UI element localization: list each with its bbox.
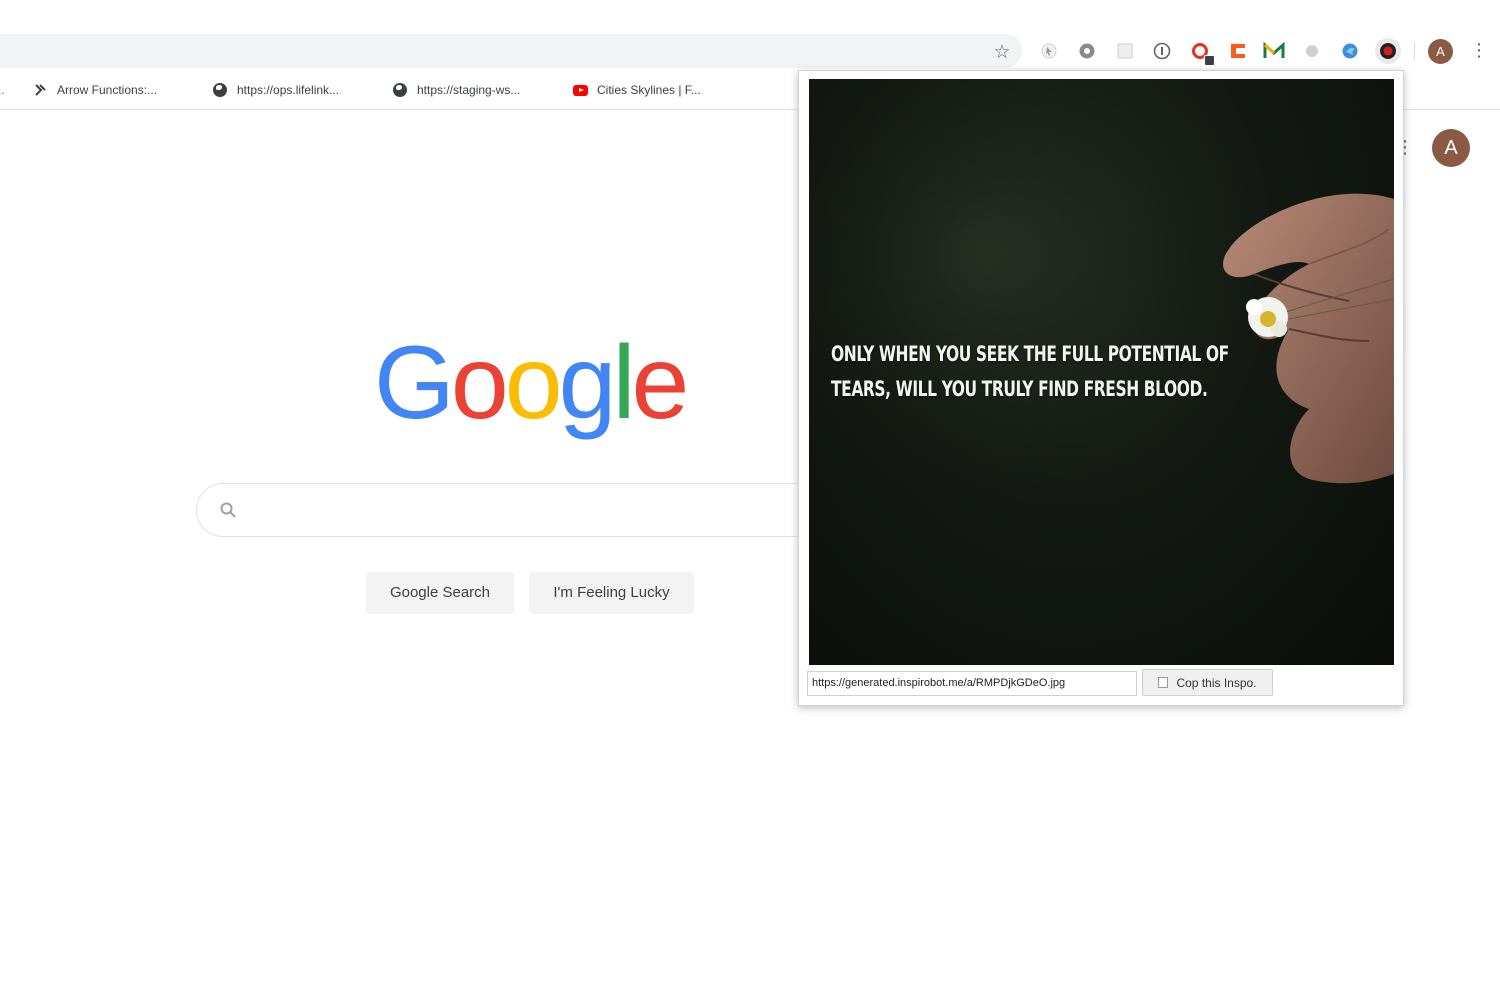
logo-letter: e (631, 325, 690, 441)
bookmark-label: https://ops.lifelink... (237, 83, 340, 97)
globe-icon (212, 82, 228, 98)
browser-toolbar: ☆ A ⋮ (0, 0, 1500, 70)
bookmark-item-ops-lifelink[interactable]: https://ops.lifelink... (212, 80, 339, 100)
extension-icon-8[interactable] (1301, 40, 1323, 62)
toolbar-separator (1414, 42, 1415, 60)
browser-menu-icon[interactable]: ⋮ (1470, 40, 1488, 64)
extension-icon-4[interactable] (1151, 40, 1173, 62)
logo-letter: g (558, 325, 617, 441)
cursor-icon (1041, 43, 1057, 59)
bookmark-item-cities-skylines[interactable]: Cities Skylines | F... (572, 80, 701, 100)
browser-window: ☆ A ⋮ . Arrow Functions:... https://ops.… (0, 0, 1500, 1000)
search-input[interactable] (249, 496, 809, 526)
youtube-icon (572, 82, 588, 98)
inspo-image: Only when you seek the full potential of… (809, 79, 1394, 665)
extension-icon-6[interactable] (1227, 40, 1249, 62)
google-logo: Google (374, 318, 704, 448)
globe-icon (392, 82, 408, 98)
logo-letter: l (612, 325, 635, 441)
square-icon (1117, 43, 1133, 59)
extension-badge (1204, 55, 1215, 66)
extension-icon-9[interactable] (1339, 40, 1361, 62)
extension-icon-1[interactable] (1038, 40, 1060, 62)
extension-icon-3[interactable] (1114, 40, 1136, 62)
search-icon (220, 502, 236, 518)
inspo-quote-text: Only when you seek the full potential of… (831, 342, 1229, 401)
copy-inspo-label: Cop this Inspo. (1176, 675, 1257, 690)
inspo-url-field[interactable]: https://generated.inspirobot.me/a/RMPDjk… (807, 671, 1137, 696)
bookmark-item-staging-ws[interactable]: https://staging-ws... (392, 80, 520, 100)
logo-letter: o (504, 325, 563, 441)
inspirobot-extension-button[interactable] (1375, 38, 1401, 64)
extension-icon-7[interactable] (1263, 40, 1285, 62)
extension-icon-2[interactable] (1076, 40, 1098, 62)
google-search-button[interactable]: Google Search (366, 572, 514, 614)
bookmark-overflow[interactable]: .. (0, 80, 10, 100)
bookmark-star-icon[interactable]: ☆ (990, 40, 1014, 64)
profile-avatar[interactable]: A (1428, 39, 1453, 64)
google-search-box[interactable] (196, 483, 836, 537)
inspirobot-popup: Only when you seek the full potential of… (798, 70, 1404, 706)
info-icon (1153, 42, 1171, 60)
copy-inspo-button[interactable]: Cop this Inspo. (1142, 669, 1273, 696)
bookmark-item-arrow-functions[interactable]: Arrow Functions:... (32, 80, 157, 100)
feeling-lucky-button[interactable]: I'm Feeling Lucky (529, 572, 694, 614)
orange-bracket-icon (1231, 44, 1245, 58)
clipboard-icon (1158, 677, 1169, 688)
bookmark-label: https://staging-ws... (417, 83, 521, 97)
logo-letter: G (374, 325, 455, 441)
gray-dot-icon (1306, 45, 1318, 57)
bird-icon (1342, 43, 1358, 59)
google-account-avatar[interactable]: A (1432, 129, 1470, 167)
arrow-icon (32, 82, 48, 98)
address-bar[interactable] (0, 34, 1022, 68)
m-logo-icon (1263, 42, 1285, 58)
bookmark-label: Arrow Functions:... (57, 83, 158, 97)
robot-eye-icon (1380, 43, 1396, 59)
gear-icon (1079, 43, 1095, 59)
bookmark-label: Cities Skylines | F... (597, 83, 701, 97)
extension-icon-5[interactable] (1189, 40, 1215, 66)
logo-letter: o (450, 325, 509, 441)
